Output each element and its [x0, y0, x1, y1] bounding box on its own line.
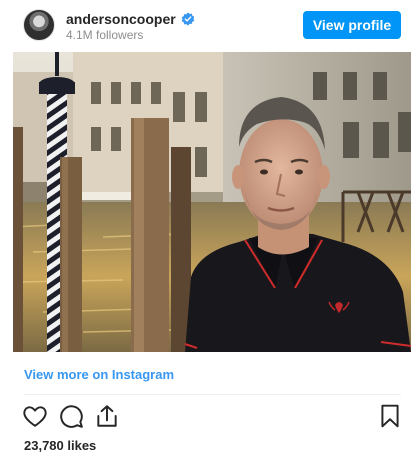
- like-count[interactable]: 23,780 likes: [24, 438, 96, 453]
- username[interactable]: andersoncooper: [66, 11, 176, 27]
- share-icon[interactable]: [94, 403, 120, 429]
- username-row: andersoncooper: [66, 10, 195, 28]
- comment-icon[interactable]: [58, 403, 84, 429]
- avatar[interactable]: [23, 9, 55, 41]
- post-image: [13, 52, 411, 352]
- instagram-embed: andersoncooper 4.1M followers View profi…: [0, 0, 414, 460]
- follower-count: 4.1M followers: [66, 28, 144, 42]
- action-bar: [0, 401, 414, 433]
- bookmark-icon[interactable]: [377, 403, 403, 429]
- divider: [24, 394, 401, 395]
- heart-icon[interactable]: [22, 403, 48, 429]
- view-more-link[interactable]: View more on Instagram: [24, 367, 174, 382]
- verified-badge-icon: [181, 12, 195, 26]
- post-photo[interactable]: [13, 52, 411, 352]
- view-profile-button[interactable]: View profile: [303, 11, 401, 39]
- post-header: andersoncooper 4.1M followers View profi…: [0, 0, 414, 52]
